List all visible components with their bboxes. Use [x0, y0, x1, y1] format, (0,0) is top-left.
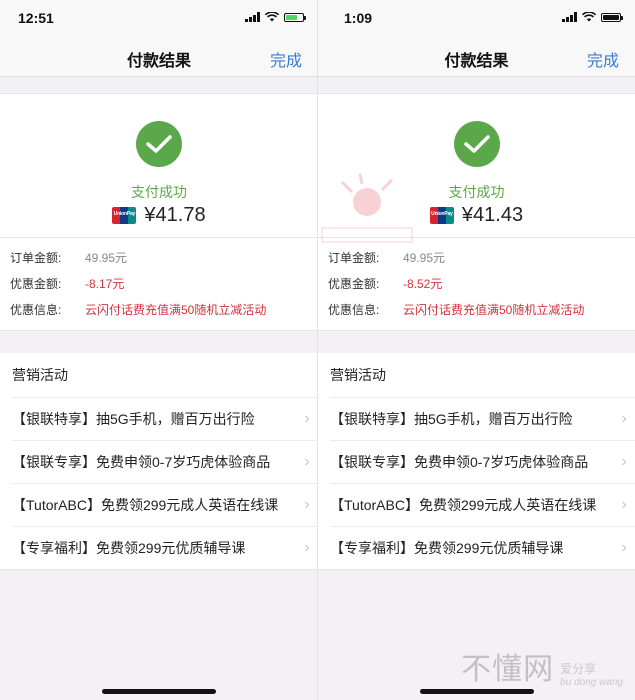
watermark-sub1: 爱分享 [560, 662, 597, 676]
wifi-icon [582, 12, 596, 22]
marketing-item[interactable]: 【银联特享】抽5G手机，赠百万出行险 › [318, 397, 635, 440]
wifi-icon [265, 12, 279, 22]
marketing-item-label: 【银联特享】抽5G手机，赠百万出行险 [330, 410, 573, 427]
spacer [0, 331, 318, 353]
watermark-sub2: bu dong wang [560, 677, 623, 688]
detail-row-promo-info: 优惠信息: 云闪付话费充值满50随机立减活动 [0, 296, 318, 322]
marketing-item[interactable]: 【专享福利】免费领299元优质辅导课 › [0, 526, 318, 570]
detail-label: 优惠金额: [10, 276, 62, 291]
status-time: 1:09 [344, 10, 373, 26]
chevron-right-icon: › [621, 495, 627, 513]
chevron-right-icon: › [621, 538, 627, 556]
marketing-item-label: 【专享福利】免费领299元优质辅导课 [330, 539, 564, 556]
status-icons [245, 12, 306, 22]
battery-icon [284, 12, 306, 22]
status-bar: 12:51 [0, 0, 318, 38]
battery-icon [601, 12, 623, 22]
success-check-icon [136, 121, 182, 167]
screen-left: 12:51 付款结果 完成 支付成功 UnionPay ¥41.78 订单金额:… [0, 0, 318, 700]
signal-icon [245, 12, 260, 22]
payment-status-text: 支付成功 [131, 184, 187, 200]
detail-value: 云闪付话费充值满50随机立减活动 [403, 302, 585, 317]
nav-bar: 付款结果 完成 [318, 38, 635, 77]
marketing-item-label: 【银联专享】免费申领0-7岁巧虎体验商品 [12, 453, 271, 470]
detail-value: -8.52元 [403, 276, 443, 291]
detail-value: 云闪付话费充值满50随机立减活动 [85, 302, 267, 317]
marketing-heading: 营销活动 [318, 353, 635, 397]
done-button[interactable]: 完成 [270, 47, 302, 71]
site-watermark: 不懂网 爱分享 bu dong wang [461, 644, 623, 688]
status-icons [562, 12, 623, 22]
signal-icon [562, 12, 577, 22]
status-time: 12:51 [18, 10, 54, 26]
paid-amount: ¥41.78 [144, 204, 206, 226]
marketing-item[interactable]: 【TutorABC】免费领299元成人英语在线课 › [0, 483, 318, 526]
nav-bar: 付款结果 完成 [0, 38, 318, 77]
detail-row-order-amount: 订单金额: 49.95元 [0, 244, 318, 270]
marketing-item-label: 【银联特享】抽5G手机，赠百万出行险 [12, 410, 255, 427]
watermark-stamp-icon [321, 173, 413, 243]
chevron-right-icon: › [304, 495, 310, 513]
status-bar: 1:09 [318, 0, 635, 38]
chevron-right-icon: › [621, 409, 627, 427]
unionpay-logo-icon: UnionPay [112, 207, 137, 224]
marketing-item[interactable]: 【银联专享】免费申领0-7岁巧虎体验商品 › [318, 440, 635, 483]
detail-row-promo-info: 优惠信息: 云闪付话费充值满50随机立减活动 [318, 296, 635, 322]
spacer [318, 77, 635, 94]
marketing-item[interactable]: 【专享福利】免费领299元优质辅导课 › [318, 526, 635, 570]
home-indicator[interactable] [419, 689, 534, 694]
marketing-heading: 营销活动 [0, 353, 318, 397]
unionpay-logo-icon: UnionPay [429, 207, 454, 224]
marketing-item-label: 【TutorABC】免费领299元成人英语在线课 [12, 496, 279, 513]
marketing-item-label: 【TutorABC】免费领299元成人英语在线课 [330, 496, 597, 513]
detail-label: 优惠信息: [10, 302, 62, 317]
done-button[interactable]: 完成 [587, 47, 619, 71]
chevron-right-icon: › [304, 538, 310, 556]
marketing-item[interactable]: 【银联专享】免费申领0-7岁巧虎体验商品 › [0, 440, 318, 483]
payment-result-card: 支付成功 UnionPay ¥41.78 [0, 94, 318, 238]
detail-value: 49.95元 [85, 250, 128, 265]
watermark-main: 不懂网 [461, 652, 555, 687]
marketing-item-label: 【专享福利】免费领299元优质辅导课 [12, 539, 246, 556]
chevron-right-icon: › [304, 452, 310, 470]
detail-label: 订单金额: [10, 250, 62, 265]
spacer [318, 331, 635, 353]
order-details: 订单金额: 49.95元 优惠金额: -8.17元 优惠信息: 云闪付话费充值满… [0, 238, 318, 331]
chevron-right-icon: › [304, 409, 310, 427]
amount-row: UnionPay ¥41.78 [0, 204, 318, 227]
app-root: 12:51 付款结果 完成 支付成功 UnionPay ¥41.78 订单金额:… [0, 0, 635, 700]
watermark-sub: 爱分享 bu dong wang [560, 660, 623, 688]
detail-label: 优惠金额: [328, 276, 380, 291]
marketing-item[interactable]: 【TutorABC】免费领299元成人英语在线课 › [318, 483, 635, 526]
detail-row-discount: 优惠金额: -8.17元 [0, 270, 318, 296]
screen-right: 1:09 付款结果 完成 支付成功 UnionPay ¥41.43 订单金额: … [318, 0, 635, 700]
chevron-right-icon: › [621, 452, 627, 470]
marketing-item[interactable]: 【银联特享】抽5G手机，赠百万出行险 › [0, 397, 318, 440]
success-check-icon [453, 121, 500, 167]
detail-label: 优惠信息: [328, 302, 380, 317]
paid-amount: ¥41.43 [461, 204, 524, 226]
detail-value: -8.17元 [85, 276, 125, 291]
detail-row-discount: 优惠金额: -8.52元 [318, 270, 635, 296]
home-indicator[interactable] [102, 689, 216, 694]
spacer [0, 77, 318, 94]
marketing-item-label: 【银联专享】免费申领0-7岁巧虎体验商品 [330, 453, 589, 470]
